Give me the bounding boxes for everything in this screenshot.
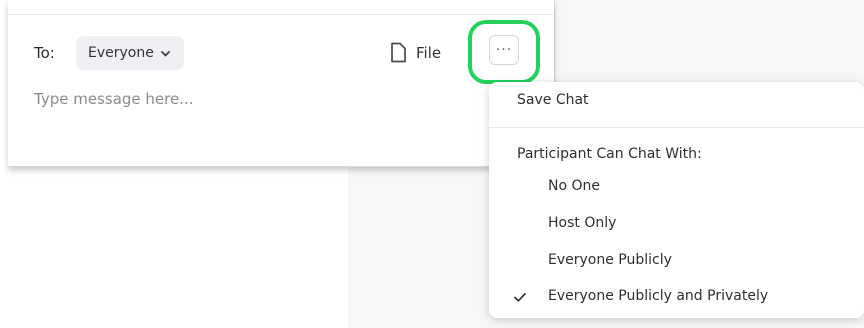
- chevron-down-icon: [160, 47, 172, 59]
- chat-permission-no-one[interactable]: No One: [548, 178, 600, 194]
- check-icon: [513, 289, 527, 303]
- chat-permission-everyone-publicly[interactable]: Everyone Publicly: [548, 252, 672, 268]
- message-input[interactable]: [34, 86, 454, 112]
- more-horizontal-icon: ···: [495, 42, 513, 58]
- to-label: To:: [34, 44, 55, 62]
- more-options-button[interactable]: ···: [489, 35, 519, 65]
- file-button[interactable]: File: [389, 39, 441, 67]
- participant-chat-permission-heading: Participant Can Chat With:: [517, 146, 702, 162]
- chat-permission-everyone-publicly-and-privately[interactable]: Everyone Publicly and Privately: [548, 288, 768, 304]
- file-label: File: [416, 44, 442, 62]
- file-icon: [389, 42, 407, 64]
- recipient-dropdown-button[interactable]: Everyone: [76, 36, 184, 70]
- chat-options-menu: Save Chat Participant Can Chat With: No …: [489, 82, 864, 318]
- menu-divider: [489, 127, 864, 128]
- chat-permission-host-only[interactable]: Host Only: [548, 215, 616, 231]
- recipient-label: Everyone: [88, 45, 154, 61]
- chat-top-divider: [8, 14, 554, 15]
- save-chat-menu-item[interactable]: Save Chat: [517, 92, 589, 108]
